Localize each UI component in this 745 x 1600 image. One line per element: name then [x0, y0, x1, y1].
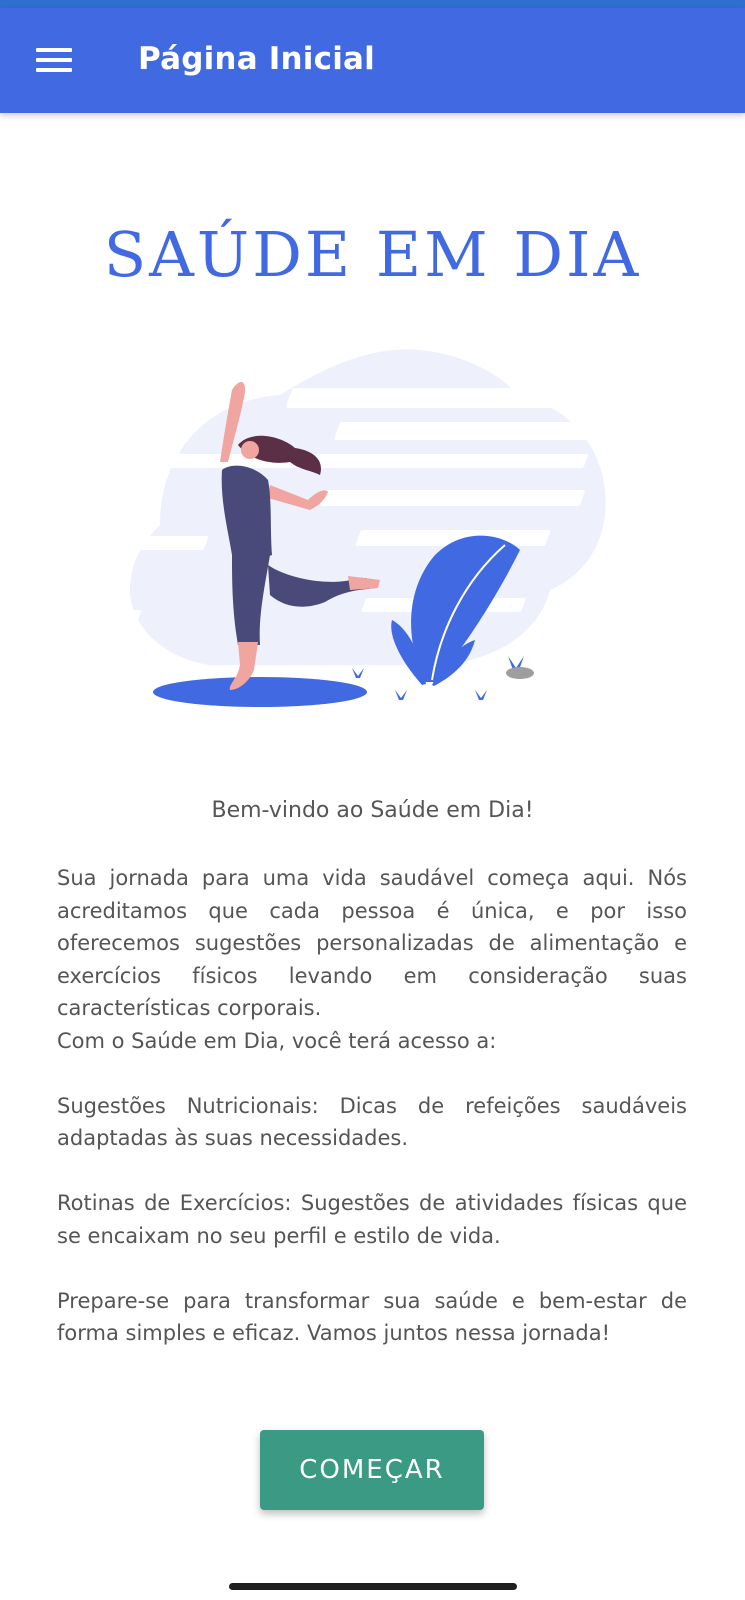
exercise-paragraph: Rotinas de Exercícios: Sugestões de ativ… [57, 1191, 687, 1248]
status-bar [0, 0, 745, 8]
home-indicator[interactable] [229, 1583, 517, 1590]
welcome-heading: Bem-vindo ao Saúde em Dia! [211, 798, 534, 823]
brand-title: SAÚDE EM DIA [103, 218, 642, 291]
access-paragraph: Com o Saúde em Dia, você terá acesso a: [57, 1028, 497, 1053]
intro-text: Sua jornada para uma vida saudável começ… [57, 862, 687, 1350]
nutrition-paragraph: Sugestões Nutricionais: Dicas de refeiçõ… [57, 1093, 687, 1151]
intro-paragraph: Sua jornada para uma vida saudável começ… [57, 866, 687, 1020]
app-bar-title: Página Inicial [138, 41, 375, 77]
hamburger-menu-icon[interactable] [26, 36, 82, 84]
start-button[interactable]: COMEÇAR [260, 1430, 484, 1510]
ground-shadow [153, 677, 367, 707]
closing-paragraph: Prepare-se para transformar sua saúde e … [57, 1288, 687, 1346]
home-screen: Página Inicial SAÚDE EM DIA Bem-vindo ao… [0, 0, 745, 1600]
app-bar: Página Inicial [0, 8, 745, 113]
hero-illustration [120, 349, 606, 707]
